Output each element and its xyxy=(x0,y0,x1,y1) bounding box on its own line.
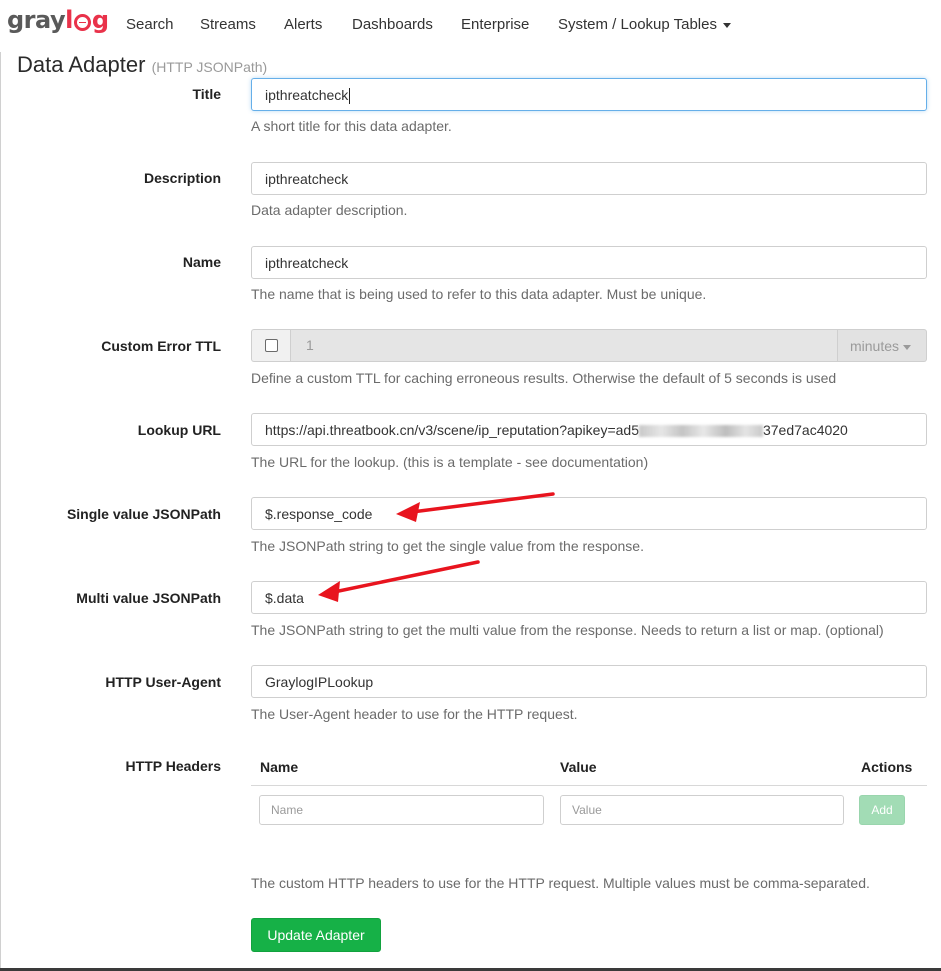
ttl-unit-label: minutes xyxy=(850,338,900,354)
title-input-value: ipthreatcheck xyxy=(265,87,349,103)
header-value-input[interactable]: Value xyxy=(560,795,844,825)
multi-value-jsonpath-input[interactable]: $.data xyxy=(251,581,927,614)
text-cursor xyxy=(349,88,351,105)
add-header-button[interactable]: Add xyxy=(859,795,905,825)
single-value-jsonpath-value: $.response_code xyxy=(265,506,373,522)
user-agent-input[interactable]: GraylogIPLookup xyxy=(251,665,927,698)
header-name-placeholder: Name xyxy=(271,803,304,817)
nav-system-label: System / Lookup Tables xyxy=(558,16,717,33)
logo-text-gray: gray xyxy=(7,6,66,34)
description-input[interactable]: ipthreatcheck xyxy=(251,162,927,195)
single-value-jsonpath-label: Single value JSONPath xyxy=(66,506,221,522)
lookup-url-label: Lookup URL xyxy=(137,422,221,438)
lookup-url-input[interactable]: https://api.threatbook.cn/v3/scene/ip_re… xyxy=(251,413,927,446)
multi-value-jsonpath-help: The JSONPath string to get the multi val… xyxy=(251,622,884,638)
nav-search[interactable]: Search xyxy=(126,16,174,33)
nav-enterprise[interactable]: Enterprise xyxy=(461,16,529,33)
http-headers-label: HTTP Headers xyxy=(125,758,221,774)
page-left-border xyxy=(0,52,1,971)
user-agent-label: HTTP User-Agent xyxy=(105,674,221,690)
logo-text-g: g xyxy=(91,6,109,34)
graylog-logo[interactable]: gray l g xyxy=(7,6,109,34)
update-adapter-button[interactable]: Update Adapter xyxy=(251,918,381,952)
description-input-value: ipthreatcheck xyxy=(265,171,349,187)
name-input[interactable]: ipthreatcheck xyxy=(251,246,927,279)
single-value-jsonpath-input[interactable]: $.response_code xyxy=(251,497,927,530)
ttl-value-input[interactable]: 1 xyxy=(290,329,838,362)
http-headers-help: The custom HTTP headers to use for the H… xyxy=(251,875,870,891)
name-help: The name that is being used to refer to … xyxy=(251,286,707,302)
update-adapter-label: Update Adapter xyxy=(267,927,365,943)
name-input-value: ipthreatcheck xyxy=(265,255,349,271)
nav-dashboards[interactable]: Dashboards xyxy=(352,16,433,33)
single-value-jsonpath-help: The JSONPath string to get the single va… xyxy=(251,538,644,554)
nav-streams[interactable]: Streams xyxy=(200,16,256,33)
caret-down-icon xyxy=(722,22,731,28)
multi-value-jsonpath-value: $.data xyxy=(265,590,304,606)
logo-o-icon xyxy=(73,13,91,31)
user-agent-help: The User-Agent header to use for the HTT… xyxy=(251,706,578,722)
name-label: Name xyxy=(182,254,221,270)
ttl-value-text: 1 xyxy=(306,337,314,353)
lookup-url-value-start: https://api.threatbook.cn/v3/scene/ip_re… xyxy=(265,422,639,438)
custom-error-ttl-help: Define a custom TTL for caching erroneou… xyxy=(251,370,837,386)
ttl-enable-checkbox[interactable] xyxy=(264,339,278,352)
nav-system-dropdown[interactable]: System / Lookup Tables xyxy=(558,16,731,33)
lookup-url-help: The URL for the lookup. (this is a templ… xyxy=(251,454,649,470)
add-header-label: Add xyxy=(871,803,893,817)
annotation-arrows xyxy=(318,492,555,602)
title-input[interactable]: ipthreatcheck xyxy=(251,78,927,111)
page-title: Data Adapter (HTTP JSONPath) xyxy=(17,52,267,78)
nav-alerts[interactable]: Alerts xyxy=(284,16,322,33)
headers-col-actions: Actions xyxy=(861,759,913,775)
multi-value-jsonpath-label: Multi value JSONPath xyxy=(76,590,221,606)
custom-error-ttl-label: Custom Error TTL xyxy=(101,338,221,354)
header-value-placeholder: Value xyxy=(572,803,602,817)
lookup-url-value-end: 37ed7ac4020 xyxy=(762,422,848,438)
user-agent-value: GraylogIPLookup xyxy=(265,674,374,690)
logo-text-l: l xyxy=(65,6,73,34)
ttl-unit-dropdown[interactable]: minutes xyxy=(838,329,927,362)
caret-down-icon xyxy=(903,344,912,350)
title-help: A short title for this data adapter. xyxy=(251,118,452,134)
headers-col-value: Value xyxy=(560,759,597,775)
page-subtitle: (HTTP JSONPath) xyxy=(151,59,268,75)
headers-table-divider xyxy=(251,785,927,786)
page-title-text: Data Adapter xyxy=(17,52,146,77)
top-navbar: gray l g Search Streams Alerts Dashboards … xyxy=(0,0,941,50)
redacted-apikey xyxy=(638,425,763,438)
description-label: Description xyxy=(143,170,221,186)
title-label: Title xyxy=(192,86,221,102)
ttl-checkbox-addon xyxy=(251,329,290,362)
headers-col-name: Name xyxy=(260,759,299,775)
custom-error-ttl-group: 1 minutes xyxy=(251,329,927,362)
header-name-input[interactable]: Name xyxy=(259,795,544,825)
description-help: Data adapter description. xyxy=(251,202,408,218)
